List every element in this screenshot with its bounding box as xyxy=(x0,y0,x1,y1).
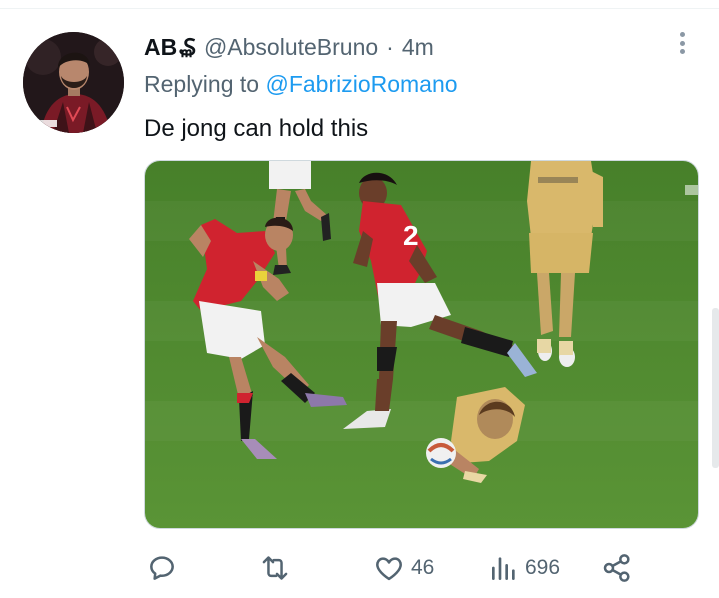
separator-dot: · xyxy=(386,34,394,60)
tweet-actions-bar: 46 696 xyxy=(0,548,719,588)
avatar-image xyxy=(23,32,124,133)
name-emoji: ₷ xyxy=(179,34,196,60)
reply-icon xyxy=(150,556,174,580)
kit-number: 2 xyxy=(403,220,419,251)
like-button[interactable]: 46 xyxy=(373,548,434,588)
replying-to-line: Replying to @FabrizioRomano xyxy=(144,71,458,98)
tweet-media-photo[interactable]: 2 xyxy=(144,160,699,529)
like-count: 46 xyxy=(411,556,435,579)
heart-icon xyxy=(376,557,402,581)
timestamp[interactable]: 4m xyxy=(402,34,434,61)
views-icon xyxy=(492,557,515,580)
football-photo: 2 xyxy=(145,161,698,528)
reply-button[interactable] xyxy=(146,548,178,588)
avatar[interactable] xyxy=(23,32,124,133)
top-divider xyxy=(0,8,719,9)
display-name[interactable]: AB xyxy=(144,34,177,61)
tweet-header: AB ₷ @AbsoluteBruno · 4m xyxy=(144,30,434,64)
user-handle[interactable]: @AbsoluteBruno xyxy=(204,34,378,61)
page-scrollbar[interactable] xyxy=(712,308,719,468)
retweet-icon xyxy=(262,556,288,580)
tweet-text: De jong can hold this xyxy=(144,115,369,142)
share-button[interactable] xyxy=(601,548,633,588)
replying-to-link[interactable]: @FabrizioRomano xyxy=(265,71,457,97)
more-options-icon[interactable] xyxy=(672,30,692,56)
views-count: 696 xyxy=(525,556,561,579)
share-icon xyxy=(603,554,630,582)
replying-to-label: Replying to xyxy=(144,71,266,97)
retweet-button[interactable] xyxy=(258,548,292,588)
views-button[interactable]: 696 xyxy=(489,548,560,588)
